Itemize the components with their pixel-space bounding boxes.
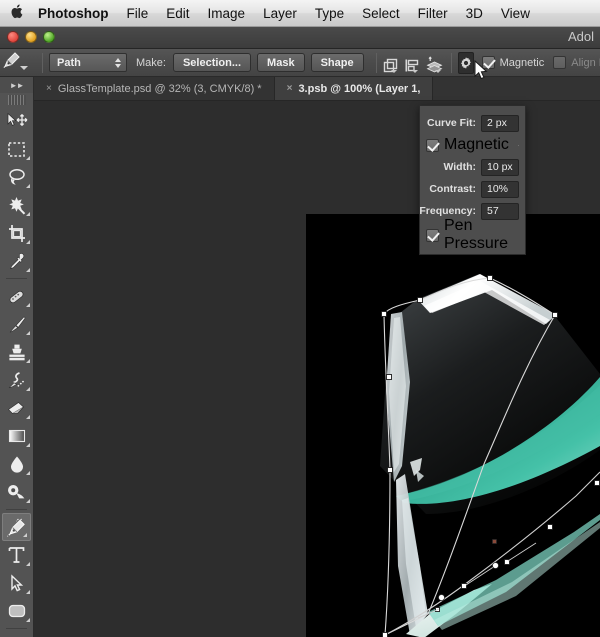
make-selection-button[interactable]: Selection... xyxy=(173,53,251,72)
path-selection-tool[interactable] xyxy=(0,569,33,597)
rectangular-marquee-tool[interactable] xyxy=(0,135,33,163)
crop-tool[interactable] xyxy=(0,219,33,247)
separator-rule xyxy=(518,145,519,146)
document-tab-label: 3.psb @ 100% (Layer 1, xyxy=(298,83,420,95)
menu-type[interactable]: Type xyxy=(306,6,353,21)
menu-file[interactable]: File xyxy=(118,6,158,21)
make-label: Make: xyxy=(136,57,166,69)
contrast-label: Contrast: xyxy=(429,183,476,195)
image-canvas[interactable] xyxy=(306,214,600,637)
zoom-window-button[interactable] xyxy=(43,31,55,43)
make-mask-button[interactable]: Mask xyxy=(257,53,305,72)
menu-image[interactable]: Image xyxy=(199,6,255,21)
eraser-tool[interactable] xyxy=(0,394,33,422)
photoshop-window: Photoshop File Edit Image Layer Type Sel… xyxy=(0,0,600,637)
tool-mode-select[interactable]: Path xyxy=(49,53,127,72)
close-window-button[interactable] xyxy=(7,31,19,43)
panel-magnetic-label: Magnetic xyxy=(444,136,509,154)
tool-mode-value: Path xyxy=(57,57,81,69)
curve-fit-row: Curve Fit: 2 px xyxy=(426,112,519,134)
menu-photoshop[interactable]: Photoshop xyxy=(34,6,118,21)
minimize-window-button[interactable] xyxy=(25,31,37,43)
menu-edit[interactable]: Edit xyxy=(157,6,198,21)
magnetic-checkbox[interactable] xyxy=(482,56,495,69)
panel-magnetic-checkbox[interactable] xyxy=(426,139,439,152)
options-bar: Path Make: Selection... Mask Shape xyxy=(0,49,600,77)
curve-fit-input[interactable]: 2 px xyxy=(481,115,519,132)
contrast-row: Contrast: 10% xyxy=(426,178,519,200)
width-label: Width: xyxy=(443,161,476,173)
brush-tool[interactable] xyxy=(0,310,33,338)
collapse-panel-icon[interactable]: ►► xyxy=(0,77,33,93)
frequency-label: Frequency: xyxy=(419,205,476,217)
hand-tool[interactable] xyxy=(0,632,33,637)
title-bar: Adol xyxy=(0,27,600,49)
toolbox-divider xyxy=(6,628,27,629)
document-tab-glasstemplate[interactable]: × GlassTemplate.psd @ 32% (3, CMYK/8) * xyxy=(34,77,275,100)
magnetic-label: Magnetic xyxy=(500,57,545,69)
menu-select[interactable]: Select xyxy=(353,6,409,21)
gear-icon[interactable] xyxy=(458,52,474,74)
tool-mode-stepper[interactable] xyxy=(115,58,124,68)
menu-layer[interactable]: Layer xyxy=(254,6,306,21)
document-tab-bar: × GlassTemplate.psd @ 32% (3, CMYK/8) * … xyxy=(34,77,600,101)
contrast-input[interactable]: 10% xyxy=(481,181,519,198)
path-operations-icon[interactable] xyxy=(383,51,400,75)
window-controls xyxy=(7,31,55,43)
align-edges-label: Align E xyxy=(571,57,600,69)
blur-tool[interactable] xyxy=(0,450,33,478)
menu-3d[interactable]: 3D xyxy=(457,6,492,21)
divider xyxy=(42,53,43,73)
mac-menu-bar: Photoshop File Edit Image Layer Type Sel… xyxy=(0,0,600,27)
magnetic-options-panel: Curve Fit: 2 px Magnetic Width: 10 px Co… xyxy=(419,105,526,255)
divider xyxy=(376,53,377,73)
menu-filter[interactable]: Filter xyxy=(409,6,457,21)
lasso-tool[interactable] xyxy=(0,163,33,191)
clone-stamp-tool[interactable] xyxy=(0,338,33,366)
pen-pressure-checkbox[interactable] xyxy=(426,229,439,242)
document-tab-3psb[interactable]: × 3.psb @ 100% (Layer 1, xyxy=(275,77,434,100)
pen-tool-icon xyxy=(2,51,22,74)
eyedropper-tool[interactable] xyxy=(0,247,33,275)
make-shape-button[interactable]: Shape xyxy=(311,53,364,72)
document-tab-label: GlassTemplate.psd @ 32% (3, CMYK/8) * xyxy=(58,83,262,95)
close-icon[interactable]: × xyxy=(287,83,293,94)
divider xyxy=(451,53,452,73)
dodge-tool[interactable] xyxy=(0,478,33,506)
align-edges-checkbox[interactable] xyxy=(553,56,566,69)
close-icon[interactable]: × xyxy=(46,83,52,94)
apple-logo-icon[interactable] xyxy=(0,3,34,24)
pen-pressure-row: Pen Pressure xyxy=(426,224,519,246)
path-arrangement-icon[interactable] xyxy=(425,51,444,75)
curve-fit-label: Curve Fit: xyxy=(427,117,476,129)
window-title: Adol xyxy=(568,29,594,44)
history-brush-tool[interactable] xyxy=(0,366,33,394)
pen-pressure-label: Pen Pressure xyxy=(444,217,519,253)
move-tool[interactable] xyxy=(0,107,33,135)
toolbox-grip[interactable] xyxy=(8,95,26,105)
width-input[interactable]: 10 px xyxy=(481,159,519,176)
toolbox-divider xyxy=(6,278,27,279)
application-frame: Adol Path Make: Selecti xyxy=(0,27,600,637)
magnetic-row: Magnetic xyxy=(426,134,519,156)
type-tool[interactable] xyxy=(0,541,33,569)
toolbox: ►► xyxy=(0,77,34,637)
width-row: Width: 10 px xyxy=(426,156,519,178)
pen-tool-preset-caret[interactable] xyxy=(20,57,28,75)
rounded-rectangle-tool[interactable] xyxy=(0,597,33,625)
pen-tool[interactable] xyxy=(2,513,31,541)
magic-wand-tool[interactable] xyxy=(0,191,33,219)
gradient-tool[interactable] xyxy=(0,422,33,450)
menu-view[interactable]: View xyxy=(492,6,539,21)
path-alignment-icon[interactable] xyxy=(404,51,421,75)
toolbox-divider xyxy=(6,509,27,510)
spot-healing-brush-tool[interactable] xyxy=(0,282,33,310)
